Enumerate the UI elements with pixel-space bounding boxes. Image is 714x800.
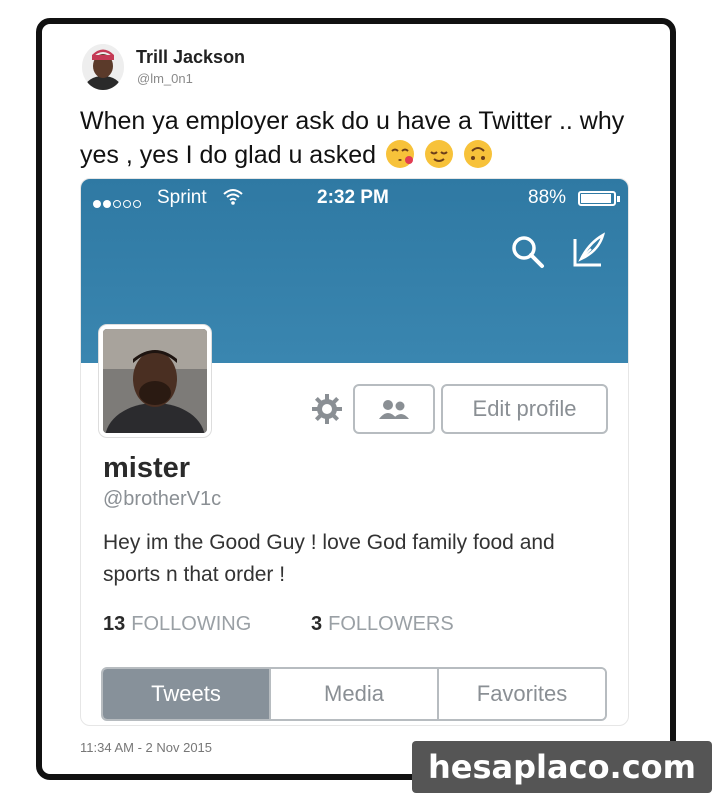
author-handle[interactable]: @lm_0n1 xyxy=(137,71,193,86)
author-avatar[interactable] xyxy=(82,44,124,90)
profile-username: @brotherV1c xyxy=(103,488,222,510)
profile-screenshot: Sprint 2:32 PM 88% Edit profile mister @… xyxy=(80,178,629,726)
tab-favorites[interactable]: Favorites xyxy=(437,669,605,719)
profile-bio: Hey im the Good Guy ! love God family fo… xyxy=(103,531,555,586)
carrier-name: Sprint xyxy=(157,187,207,208)
status-time: 2:32 PM xyxy=(317,187,389,208)
following-stat[interactable]: 13 FOLLOWING xyxy=(103,613,251,636)
signal-strength-icon xyxy=(93,192,143,214)
wifi-icon xyxy=(223,189,243,205)
following-count: 13 xyxy=(103,613,126,635)
tweet-author[interactable]: Trill Jackson @lm_0n1 xyxy=(82,44,382,94)
upside-down-face-emoji-icon xyxy=(463,140,492,168)
search-icon[interactable] xyxy=(509,233,547,271)
watermark: hesaplaco.com xyxy=(412,741,712,793)
kissing-heart-emoji-icon xyxy=(385,140,414,168)
tweet-timestamp[interactable]: 11:34 AM - 2 Nov 2015 xyxy=(80,740,212,755)
profile-tabs: Tweets Media Favorites xyxy=(101,667,607,721)
followers-stat[interactable]: 3 FOLLOWERS xyxy=(311,613,454,636)
tab-media[interactable]: Media xyxy=(269,669,437,719)
people-icon xyxy=(379,400,409,419)
followers-count: 3 xyxy=(311,613,323,635)
follow-suggestions-button[interactable] xyxy=(353,384,435,434)
battery-icon xyxy=(578,191,620,206)
following-label: FOLLOWING xyxy=(131,613,252,635)
profile-avatar[interactable] xyxy=(99,325,211,437)
gear-icon[interactable] xyxy=(309,391,345,427)
tab-tweets[interactable]: Tweets xyxy=(103,669,269,719)
tweet-body: When ya employer ask do u have a Twitter… xyxy=(80,107,625,169)
relieved-face-emoji-icon xyxy=(424,140,453,168)
followers-label: FOLLOWERS xyxy=(328,613,454,635)
battery-percentage: 88% xyxy=(528,187,567,208)
tweet-text: When ya employer ask do u have a Twitter… xyxy=(80,104,640,172)
compose-tweet-icon[interactable] xyxy=(569,231,609,271)
edit-profile-button[interactable]: Edit profile xyxy=(441,384,608,434)
status-bar: Sprint 2:32 PM 88% xyxy=(81,179,628,215)
profile-display-name: mister xyxy=(103,452,191,484)
author-name[interactable]: Trill Jackson xyxy=(136,47,245,68)
